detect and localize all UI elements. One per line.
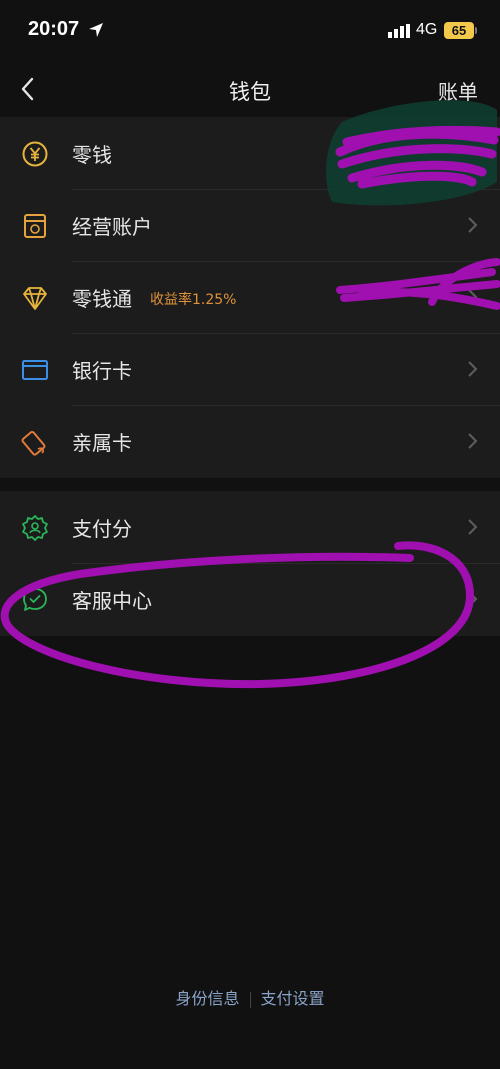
status-bar: 20:07 4G 65 bbox=[0, 0, 500, 60]
chevron-right-icon bbox=[468, 433, 478, 449]
battery-cap bbox=[475, 27, 477, 34]
credit-score-icon bbox=[22, 515, 48, 541]
chevron-right-icon bbox=[468, 289, 478, 305]
row-lingqiantong[interactable]: 零钱通 收益率1.25% bbox=[0, 261, 500, 333]
wallet-list-secondary: 支付分 客服中心 bbox=[0, 491, 500, 636]
row-label: 亲属卡 bbox=[72, 431, 132, 455]
identity-info-link[interactable]: 身份信息 bbox=[175, 989, 239, 1008]
chevron-right-icon bbox=[468, 519, 478, 535]
signal-icon bbox=[388, 24, 410, 38]
divider bbox=[72, 333, 500, 334]
row-label: 经营账户 bbox=[72, 215, 152, 239]
footer-links: 身份信息 支付设置 bbox=[0, 985, 500, 1009]
card-icon bbox=[22, 360, 48, 380]
row-customer-service[interactable]: 客服中心 bbox=[0, 563, 500, 635]
chevron-right-icon bbox=[468, 591, 478, 607]
row-pay-score[interactable]: 支付分 bbox=[0, 491, 500, 563]
row-label: 支付分 bbox=[72, 517, 132, 541]
row-label: 零钱 bbox=[72, 143, 112, 167]
divider bbox=[72, 563, 500, 564]
status-time: 20:07 bbox=[28, 18, 80, 40]
row-bank-card[interactable]: 银行卡 bbox=[0, 333, 500, 405]
wallet-list-primary: 零钱 经营账户 零钱通 收益率1.25% 银行卡 亲属卡 bbox=[0, 117, 500, 478]
row-change[interactable]: 零钱 bbox=[0, 117, 500, 189]
row-label: 零钱通 bbox=[72, 287, 132, 311]
network-type: 4G bbox=[416, 21, 438, 38]
divider bbox=[72, 189, 500, 190]
page-title: 钱包 bbox=[229, 80, 271, 104]
nav-bar: 钱包 账单 bbox=[0, 60, 500, 116]
row-business-account[interactable]: 经营账户 bbox=[0, 189, 500, 261]
row-label: 银行卡 bbox=[72, 359, 132, 383]
row-label: 客服中心 bbox=[72, 589, 152, 613]
customer-service-icon bbox=[23, 588, 47, 611]
diamond-icon bbox=[23, 287, 47, 310]
shop-icon bbox=[24, 214, 46, 238]
divider bbox=[72, 261, 500, 262]
chevron-right-icon bbox=[468, 217, 478, 233]
coin-yen-icon bbox=[22, 141, 48, 167]
bill-button[interactable]: 账单 bbox=[438, 76, 478, 105]
divider bbox=[72, 405, 500, 406]
footer-separator bbox=[249, 991, 251, 1008]
location-arrow-icon bbox=[89, 23, 103, 37]
family-card-icon bbox=[21, 430, 46, 456]
row-family-card[interactable]: 亲属卡 bbox=[0, 405, 500, 477]
yield-rate-badge: 收益率1.25% bbox=[150, 292, 237, 308]
chevron-right-icon bbox=[468, 361, 478, 377]
payment-settings-link[interactable]: 支付设置 bbox=[261, 989, 325, 1008]
battery-icon: 65 bbox=[444, 22, 474, 39]
